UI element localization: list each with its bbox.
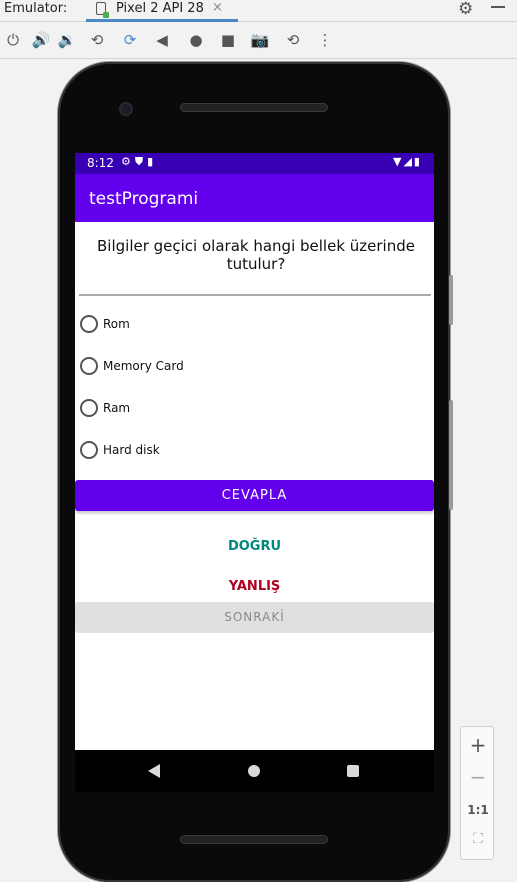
minimize-icon[interactable] [491,6,505,8]
more-icon[interactable]: ⋮ [315,30,335,50]
emulator-tab-bar: Emulator: Pixel 2 API 28 × ⚙ [0,0,517,22]
option-label: Rom [103,317,130,331]
actual-size-button[interactable]: 1:1 [461,803,495,817]
device-icon [96,2,109,18]
nav-recents-icon[interactable] [347,765,359,777]
power-icon[interactable]: ⏻ [3,30,23,50]
status-notification-icons: ⚙⛊▮ [121,155,158,168]
zoom-in-icon[interactable]: + [461,733,495,757]
front-camera [119,102,133,116]
app-title: testProgrami [89,189,199,209]
snapshot-icon[interactable]: ⟲ [283,30,303,50]
nav-back-icon[interactable] [148,764,160,778]
bottom-speaker [180,835,328,844]
volume-down-icon[interactable]: 🔉 [57,30,77,50]
gear-icon[interactable]: ⚙ [458,0,473,19]
nav-home-icon[interactable] [248,765,260,777]
zoom-panel: + − 1:1 ⛶ [460,726,494,860]
zoom-out-icon[interactable]: − [461,765,495,789]
device-screen: 8:12 ⚙⛊▮ ▼◢▮ testProgrami Bilgiler geçic… [75,153,434,750]
radio-icon[interactable] [80,357,98,375]
fit-screen-icon[interactable]: ⛶ [461,831,495,847]
rotate-left-icon[interactable]: ⟲ [87,30,107,50]
navigation-bar [75,750,434,792]
next-button[interactable]: SONRAKİ [75,602,434,633]
tab-pixel-2-api-28[interactable]: Pixel 2 API 28 × [86,0,238,22]
status-time: 8:12 [87,156,114,170]
option-label: Ram [103,401,131,415]
option-label: Hard disk [103,443,160,457]
radio-icon[interactable] [80,315,98,333]
power-button[interactable] [449,275,453,325]
answer-button[interactable]: CEVAPLA [75,480,434,511]
question-text: Bilgiler geçici olarak hangi bellek üzer… [97,237,415,273]
correct-label: DOĞRU [227,539,282,554]
emulator-label: Emulator: [4,1,68,16]
wrong-label: YANLIŞ [228,579,281,594]
emulator-toolbar: ⏻ 🔊 🔉 ⟲ ⟳ ◀ ● ■ 📷 ⟲ ⋮ [0,23,517,59]
rotate-right-icon[interactable]: ⟳ [120,30,140,50]
option-label: Memory Card [103,359,184,373]
question-divider [79,294,431,296]
close-tab-icon[interactable]: × [212,0,223,15]
earpiece-speaker [180,103,328,112]
radio-icon[interactable] [80,399,98,417]
overview-icon[interactable]: ■ [218,30,238,50]
volume-up-icon[interactable]: 🔊 [31,30,51,50]
tab-title: Pixel 2 API 28 [116,1,204,16]
back-icon[interactable]: ◀ [152,30,172,50]
volume-rocker[interactable] [449,400,453,510]
radio-icon[interactable] [80,441,98,459]
status-system-icons: ▼◢▮ [393,155,422,168]
camera-icon[interactable]: 📷 [250,30,270,50]
app-bar: testProgrami [75,174,434,222]
status-bar: 8:12 ⚙⛊▮ ▼◢▮ [75,153,434,174]
home-icon[interactable]: ● [186,30,206,50]
